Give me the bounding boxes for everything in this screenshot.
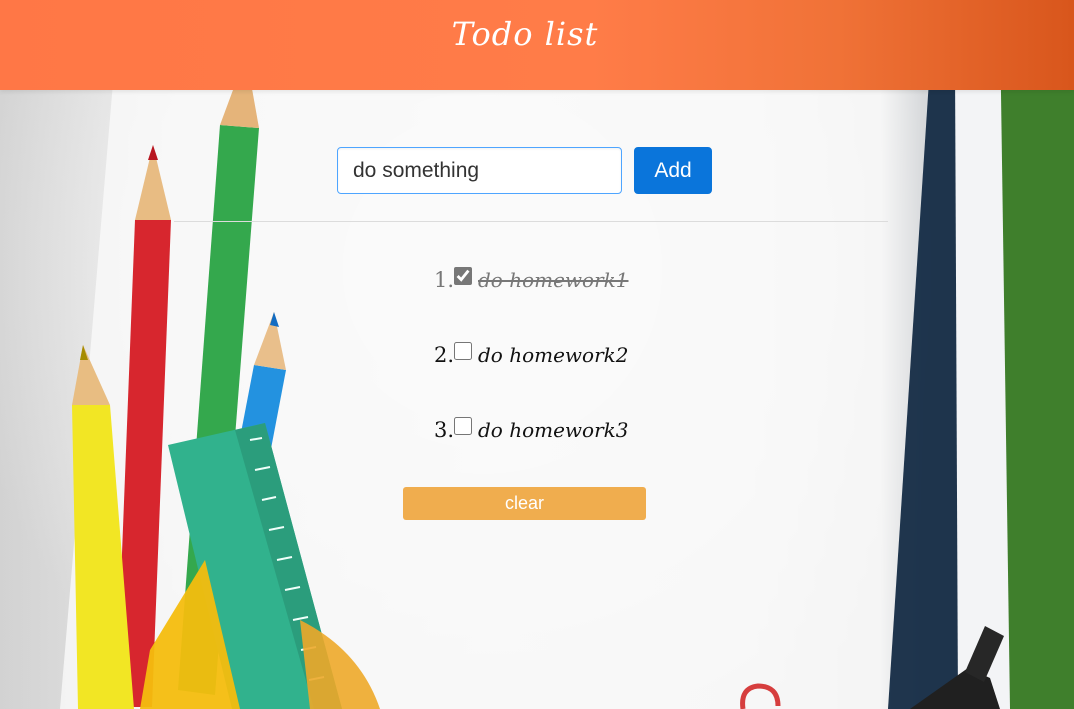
yellow-pencil-icon bbox=[72, 345, 134, 709]
page-title: Todo list bbox=[451, 15, 599, 53]
red-pencil-icon bbox=[116, 145, 171, 707]
paper-clip-icon bbox=[740, 683, 781, 709]
pencil-icons bbox=[72, 55, 286, 709]
todo-list: 1. do homework1 2. do homework2 3. do ho… bbox=[410, 260, 629, 485]
stapler-icon bbox=[910, 626, 1004, 709]
ruler-icon bbox=[168, 423, 342, 709]
todo-checkbox-checked[interactable] bbox=[454, 267, 472, 285]
todo-number: 1. bbox=[433, 268, 454, 292]
triangle-ruler-icon bbox=[140, 560, 380, 709]
todo-number: 3. bbox=[433, 418, 454, 442]
todo-checkbox[interactable] bbox=[454, 417, 472, 435]
clear-button[interactable]: clear bbox=[403, 487, 646, 520]
todo-number: 2. bbox=[433, 343, 454, 367]
green-pencil-icon bbox=[178, 55, 259, 695]
blue-pencil-icon bbox=[230, 312, 286, 496]
todo-item: 1. do homework1 bbox=[410, 260, 629, 335]
todo-page: Todo list Add 1. do homework1 2. do home… bbox=[0, 0, 1074, 709]
todo-input[interactable] bbox=[337, 147, 622, 194]
add-button[interactable]: Add bbox=[634, 147, 712, 194]
add-todo-form: Add bbox=[337, 147, 712, 194]
todo-item: 3. do homework3 bbox=[410, 410, 629, 485]
divider bbox=[174, 221, 888, 222]
todo-text: do homework3 bbox=[478, 418, 629, 442]
todo-item: 2. do homework2 bbox=[410, 335, 629, 410]
header-bar: Todo list bbox=[0, 0, 1074, 90]
todo-text: do homework1 bbox=[478, 268, 629, 292]
todo-checkbox[interactable] bbox=[454, 342, 472, 360]
todo-text: do homework2 bbox=[478, 343, 629, 367]
